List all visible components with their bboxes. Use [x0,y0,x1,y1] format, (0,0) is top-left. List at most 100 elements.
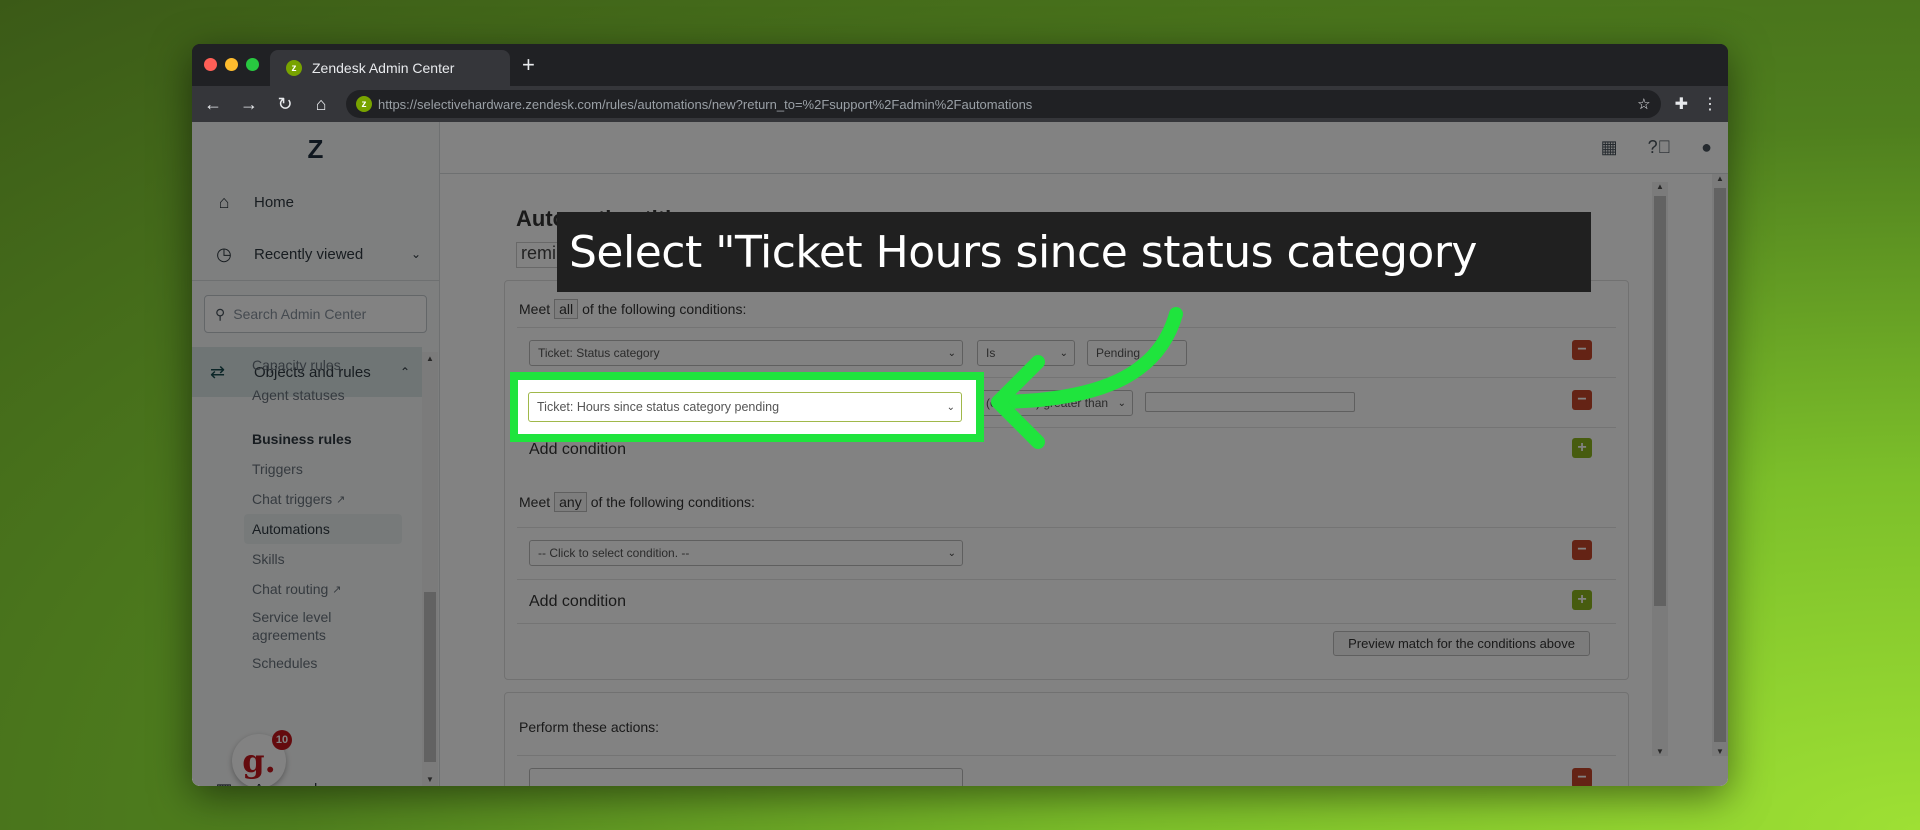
condition-row: -- Click to select condition. -- ⌄ − [517,527,1616,579]
instruction-callout: Select "Ticket Hours since status catego… [557,212,1591,292]
action-field-select[interactable] [529,768,963,786]
chevron-down-icon: ⌄ [410,247,421,261]
highlighted-condition-select[interactable]: Ticket: Hours since status category pend… [528,392,962,422]
maximize-window-button[interactable] [246,58,259,71]
chevron-down-icon: ⌄ [394,780,404,786]
browser-toolbar: ← → ↻ ⌂ z https://selectivehardware.zend… [192,86,1728,122]
back-icon[interactable]: ← [202,94,224,115]
conditions-suffix: of the following conditions: [582,301,747,317]
select-value: -- Click to select condition. -- [538,546,690,560]
forward-icon[interactable]: → [238,94,260,115]
sidebar-item-label: Recently viewed [254,245,364,263]
any-qualifier: any [554,492,587,512]
close-window-button[interactable] [204,58,217,71]
form-scroll-thumb[interactable] [1654,196,1666,606]
actions-panel: Perform these actions: − [504,692,1629,786]
sidebar-subitem-sla[interactable]: Service level agreements [192,604,362,648]
sidebar-item-home[interactable]: ⌂ Home [192,176,439,228]
browser-menu-icon[interactable]: ⋮ [1702,94,1718,114]
clock-icon: ◷ [216,243,232,264]
bookmark-star-icon[interactable]: ☆ [1637,95,1650,113]
help-icon[interactable]: ?⃝ [1648,137,1672,158]
home-icon: ⌂ [218,191,230,212]
external-link-icon: ↗ [332,583,342,596]
scroll-down-icon[interactable]: ▼ [426,775,434,784]
scroll-up-icon[interactable]: ▲ [1656,182,1664,191]
site-favicon-icon: z [356,96,372,112]
actions-heading: Perform these actions: [519,719,660,735]
remove-condition-button[interactable]: − [1572,340,1592,360]
search-icon: ⚲ [215,305,226,322]
add-condition-button[interactable]: + [1572,438,1592,458]
all-qualifier: all [554,299,579,319]
form-scrollbar[interactable]: ▲ ▼ [1652,182,1668,756]
scroll-up-icon[interactable]: ▲ [1716,174,1724,183]
search-placeholder: Search Admin Center [233,306,367,322]
zendesk-logo[interactable]: Z [192,122,439,176]
chevron-down-icon: ⌄ [947,347,956,359]
sidebar-section-heading: Business rules [252,431,352,447]
scroll-up-icon[interactable]: ▲ [426,354,434,363]
sidebar-subitem-label: Chat routing [252,581,329,597]
minimize-window-button[interactable] [225,58,238,71]
address-bar[interactable]: z https://selectivehardware.zendesk.com/… [346,90,1661,118]
extensions-icon[interactable]: ✚ [1675,94,1688,114]
sidebar-subitem-chat-routing[interactable]: Chat routing ↗ [192,574,422,604]
browser-tab[interactable]: z Zendesk Admin Center [270,50,510,86]
arrow-shaft [993,307,1183,409]
any-conditions-heading: Meet any of the following conditions: [505,477,1628,527]
sidebar-subitem[interactable]: Capacity rules [192,352,422,380]
action-row: − [517,755,1616,786]
sidebar-subitem-triggers[interactable]: Triggers [192,454,422,484]
admin-search-input[interactable]: ⚲ Search Admin Center [204,295,427,333]
sidebar-item-apps[interactable]: ▦ Apps and integrations ⌄ [192,772,422,786]
notification-count-badge: 10 [272,730,292,750]
tab-bar: z Zendesk Admin Center + [192,44,1728,86]
remove-condition-button[interactable]: − [1572,540,1592,560]
page-scrollbar[interactable]: ▲ ▼ [1712,174,1728,756]
scroll-down-icon[interactable]: ▼ [1716,747,1724,756]
window-controls [204,58,259,71]
sidebar-submenu: Capacity rules Agent statuses Business r… [192,352,422,772]
sidebar-scroll-thumb[interactable] [424,592,436,762]
sidebar-divider [192,280,439,281]
product-tray-icon[interactable]: ▦ [1601,137,1618,158]
remove-action-button[interactable]: − [1572,768,1592,786]
preview-row: Preview match for the conditions above [517,623,1616,663]
sidebar-subitem-skills[interactable]: Skills [192,544,422,574]
sidebar-subitem-automations[interactable]: Automations [244,514,402,544]
sidebar-item-label: Apps and integrations [254,780,344,786]
condition-field-select[interactable]: -- Click to select condition. -- ⌄ [529,540,963,566]
user-profile-icon[interactable]: ● [1701,137,1712,158]
sidebar-subitem[interactable]: Agent statuses [192,380,422,410]
select-value: Ticket: Hours since status category pend… [537,400,780,414]
chevron-down-icon: ⌄ [946,401,955,413]
sidebar-item-recently-viewed[interactable]: ◷ Recently viewed ⌄ [192,228,439,280]
condition-field-select[interactable]: Ticket: Status category ⌄ [529,340,963,366]
admin-sidebar: Z ⌂ Home ◷ Recently viewed ⌄ ⚲ Search Ad… [192,122,440,786]
home-icon[interactable]: ⌂ [310,94,332,115]
remove-condition-button[interactable]: − [1572,390,1592,410]
url-text: https://selectivehardware.zendesk.com/ru… [378,96,1033,112]
external-link-icon: ↗ [336,493,346,506]
add-condition-button[interactable]: + [1572,590,1592,610]
apps-add-icon: ▦ [210,780,238,786]
sidebar-subitem-label: Chat triggers [252,491,333,507]
sidebar-subitem-chat-triggers[interactable]: Chat triggers ↗ [192,484,422,514]
zendesk-favicon-icon: z [286,60,302,76]
meet-label: Meet [519,301,551,317]
new-tab-button[interactable]: + [522,52,535,78]
reload-icon[interactable]: ↻ [274,94,296,115]
conditions-suffix: of the following conditions: [590,494,755,510]
sidebar-scrollbar[interactable]: ▲ ▼ [422,352,438,786]
page-scroll-thumb[interactable] [1714,188,1726,742]
top-bar: ▦ ?⃝ ● [440,122,1728,174]
highlight-box: Ticket: Hours since status category pend… [510,372,984,442]
meet-label: Meet [519,494,551,510]
add-condition-row: Add condition + [517,579,1616,623]
select-value: Ticket: Status category [538,346,660,360]
scroll-down-icon[interactable]: ▼ [1656,747,1664,756]
preview-match-button[interactable]: Preview match for the conditions above [1333,631,1590,656]
sidebar-subitem-schedules[interactable]: Schedules [192,648,422,678]
pointer-arrow-icon [991,307,1183,449]
